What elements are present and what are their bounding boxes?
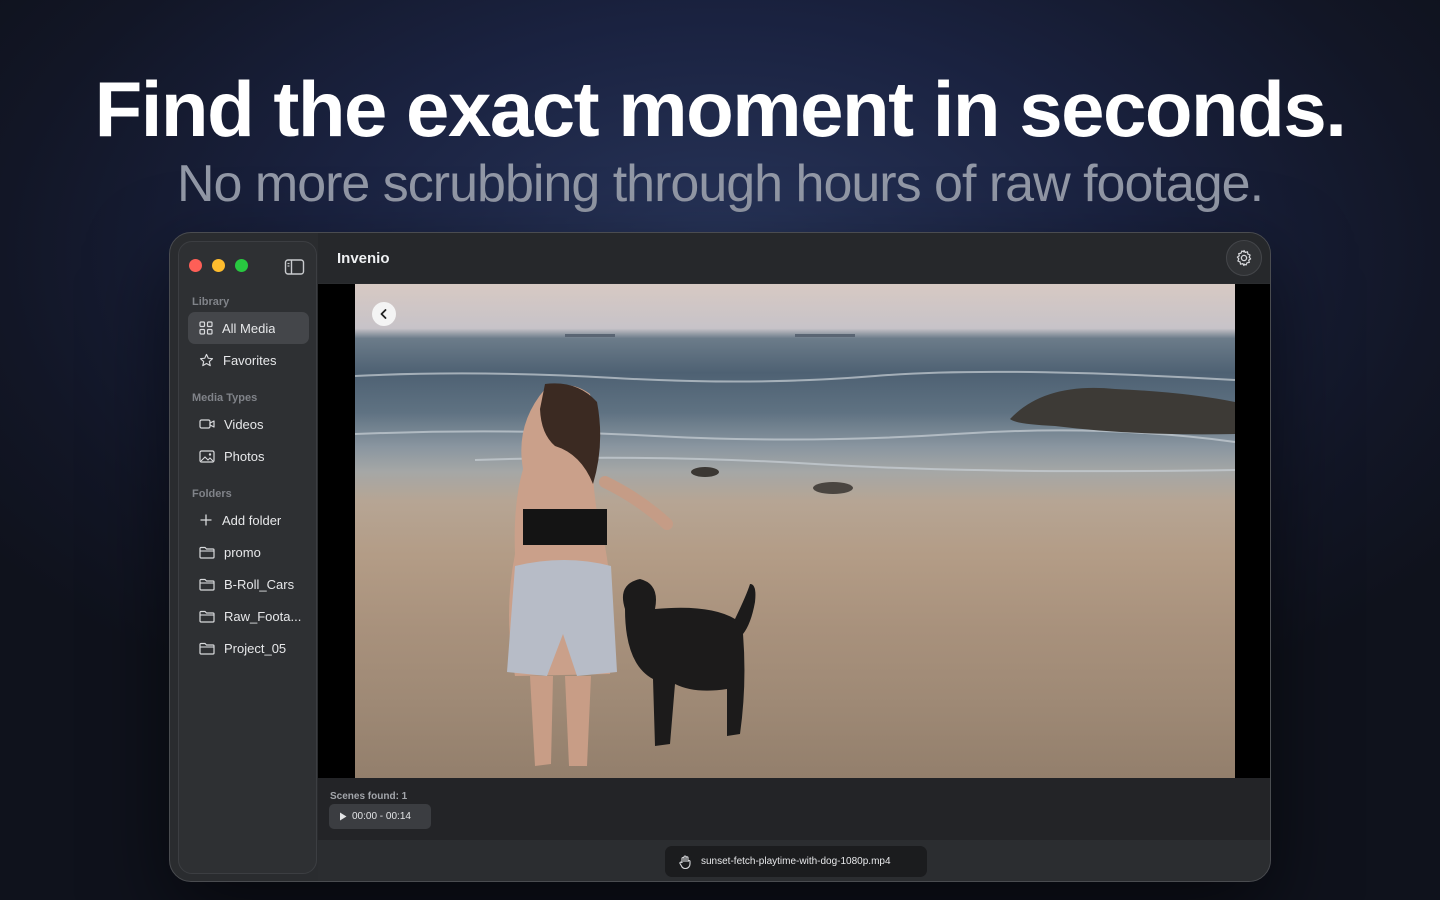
sidebar-item-folder-raw-footage[interactable]: Raw_Foota...: [188, 600, 309, 632]
back-button[interactable]: [372, 302, 396, 326]
scene-range: 00:00 - 00:14: [352, 811, 411, 822]
sidebar-item-all-media[interactable]: All Media: [188, 312, 309, 344]
sidebar: Library All Media Favorites Media Types …: [178, 241, 317, 874]
plus-icon: [200, 514, 212, 526]
sidebar-item-label: promo: [224, 544, 261, 560]
zoom-window-button[interactable]: [235, 259, 248, 272]
sidebar-toggle-icon[interactable]: [284, 258, 306, 276]
filename-pill[interactable]: sunset-fetch-playtime-with-dog-1080p.mp4: [665, 846, 927, 877]
sidebar-item-label: Favorites: [223, 352, 277, 368]
traffic-lights: [189, 259, 248, 272]
sidebar-item-label: Photos: [224, 448, 265, 464]
sidebar-item-label: Videos: [224, 416, 264, 432]
grid-icon: [199, 321, 213, 335]
video-camera-icon: [199, 419, 215, 429]
close-window-button[interactable]: [189, 259, 202, 272]
folder-icon: [199, 610, 215, 623]
scene-results-panel: Scenes found: 1 00:00 - 00:14: [318, 778, 1270, 840]
media-types-section-label: Media Types: [192, 392, 258, 404]
minimize-window-button[interactable]: [212, 259, 225, 272]
status-bar: sunset-fetch-playtime-with-dog-1080p.mp4: [318, 840, 1270, 881]
photo-icon: [199, 449, 215, 463]
folder-icon: [199, 578, 215, 591]
video-frame[interactable]: [355, 284, 1235, 778]
settings-button[interactable]: [1226, 240, 1262, 276]
hero-subline: No more scrubbing through hours of raw f…: [176, 155, 1264, 213]
add-folder-button[interactable]: Add folder: [188, 504, 309, 536]
scenes-found-label: Scenes found: 1: [330, 791, 408, 802]
hero-headline: Find the exact moment in seconds.: [94, 65, 1347, 153]
chevron-left-icon: [380, 309, 387, 319]
folder-icon: [199, 546, 215, 559]
star-icon: [199, 353, 214, 366]
gear-icon: [1236, 249, 1252, 267]
sidebar-item-label: All Media: [222, 320, 276, 336]
media-viewer: [318, 284, 1270, 778]
sidebar-item-label: Raw_Foota...: [224, 608, 302, 624]
library-section-label: Library: [192, 296, 230, 308]
sidebar-item-folder-promo[interactable]: promo: [188, 536, 309, 568]
drag-hand-icon: [679, 854, 691, 869]
folder-icon: [199, 642, 215, 655]
sidebar-item-folder-b-roll-cars[interactable]: B-Roll_Cars: [188, 568, 309, 600]
sidebar-item-label: B-Roll_Cars: [224, 576, 295, 592]
app-title: Invenio: [337, 250, 390, 267]
sidebar-item-photos[interactable]: Photos: [188, 440, 309, 472]
app-window: Library All Media Favorites Media Types …: [169, 232, 1271, 882]
filename: sunset-fetch-playtime-with-dog-1080p.mp4: [701, 856, 891, 867]
folders-section-label: Folders: [192, 488, 232, 500]
sidebar-item-videos[interactable]: Videos: [188, 408, 309, 440]
play-icon: [340, 812, 347, 821]
sidebar-item-favorites[interactable]: Favorites: [188, 344, 309, 376]
scene-chip[interactable]: 00:00 - 00:14: [329, 804, 431, 829]
add-folder-label: Add folder: [222, 512, 282, 528]
sidebar-item-label: Project_05: [224, 640, 287, 656]
title-bar: Invenio: [318, 233, 1270, 283]
sidebar-item-folder-project-05[interactable]: Project_05: [188, 632, 309, 664]
